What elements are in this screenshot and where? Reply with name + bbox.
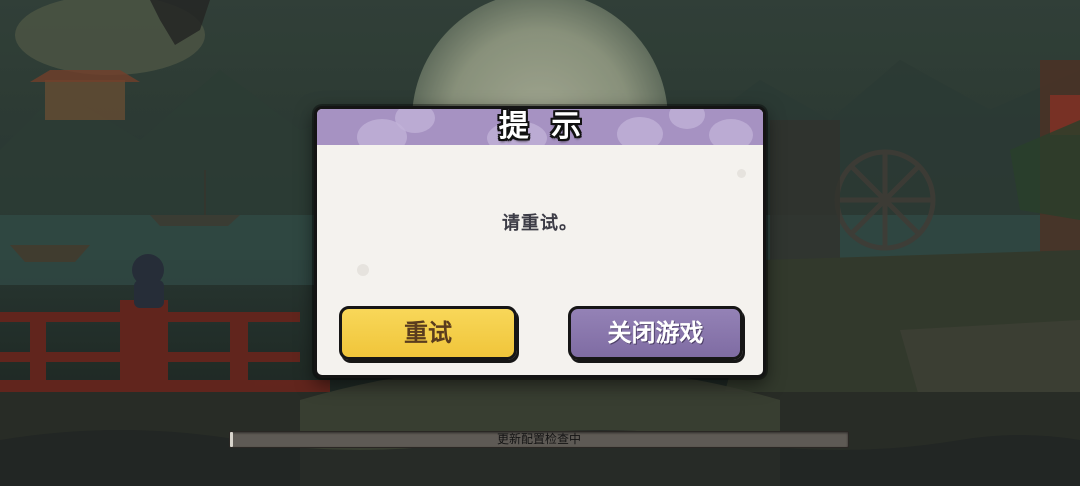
decor-dot <box>357 264 369 276</box>
progress-status-text: 更新配置检查中 <box>496 432 581 446</box>
loading-progress-bar: 更新配置检查中 <box>229 431 849 448</box>
game-screen: 提 示 请重试。 重试 关闭游戏 更新配置检查中 <box>0 0 1080 486</box>
dialog-message: 请重试。 <box>502 213 578 234</box>
alert-dialog: 提 示 请重试。 重试 关闭游戏 <box>314 106 766 378</box>
dialog-title: 提 示 <box>498 109 588 144</box>
retry-button[interactable]: 重试 <box>339 306 517 360</box>
decor-dot <box>737 169 746 178</box>
close-game-button[interactable]: 关闭游戏 <box>568 306 743 360</box>
